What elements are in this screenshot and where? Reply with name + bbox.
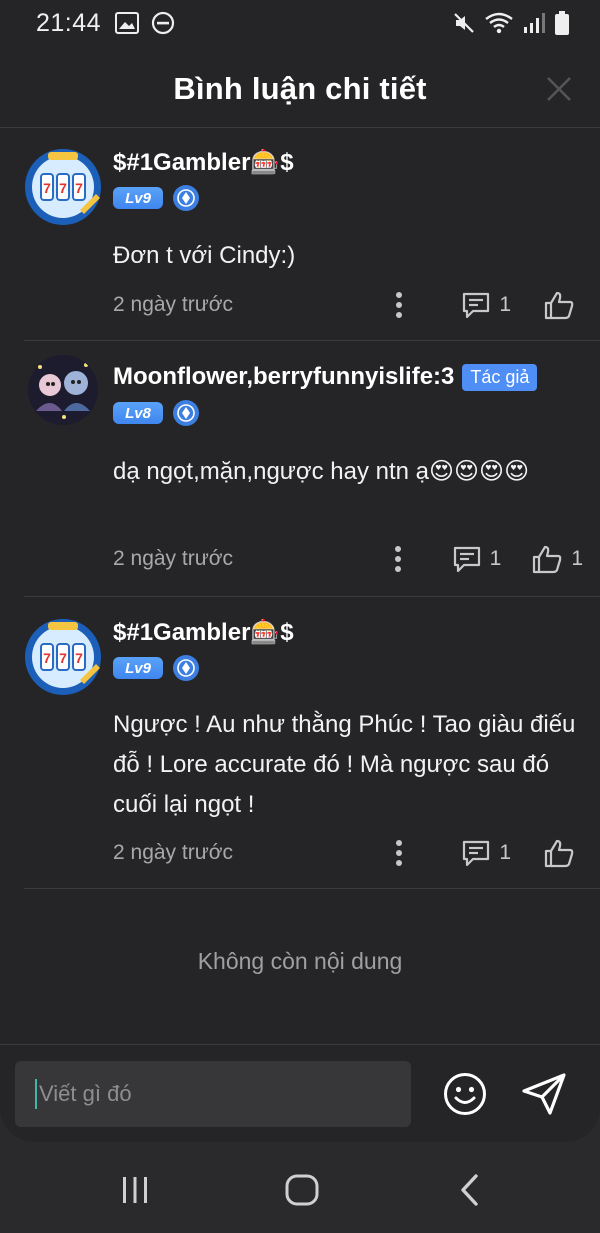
reply-button[interactable]: 1 bbox=[461, 839, 511, 867]
end-of-list-message: Không còn nội dung bbox=[197, 948, 403, 974]
divider bbox=[24, 888, 600, 889]
battery-icon bbox=[555, 11, 569, 35]
more-options-icon[interactable] bbox=[389, 836, 409, 870]
divider bbox=[24, 596, 600, 597]
gem-badge-icon bbox=[173, 655, 199, 681]
recent-apps-icon[interactable] bbox=[115, 1172, 155, 1208]
comment-icon bbox=[463, 840, 490, 867]
slot-machine-avatar-icon: 7 7 7 bbox=[25, 149, 101, 225]
comment-username[interactable]: $#1Gambler🎰$ bbox=[113, 618, 294, 647]
svg-text:7: 7 bbox=[59, 650, 67, 666]
comment-item: 7 7 7 $#1Gambler🎰$ Lv9 Ngược ! Au như th… bbox=[0, 610, 600, 880]
like-button[interactable] bbox=[543, 290, 583, 320]
level-badge: Lv9 bbox=[113, 187, 163, 209]
back-icon[interactable] bbox=[450, 1172, 490, 1208]
emoji-icon[interactable] bbox=[442, 1071, 488, 1117]
text-caret bbox=[35, 1079, 37, 1109]
more-options-icon[interactable] bbox=[388, 542, 408, 576]
username-text: Moonflower,berryfunnyislife:3 bbox=[113, 363, 455, 390]
comment-username[interactable]: Moonflower,berryfunnyislife:3 Tác giả bbox=[113, 363, 538, 391]
svg-text:7: 7 bbox=[75, 650, 83, 666]
status-time: 21:44 bbox=[36, 8, 102, 37]
like-button[interactable]: 1 bbox=[531, 544, 583, 574]
comment-meta: 2 ngày trước 1 1 bbox=[113, 539, 583, 579]
thumbs-up-icon bbox=[544, 291, 574, 320]
send-icon[interactable] bbox=[520, 1071, 568, 1117]
comment-time: 2 ngày trước bbox=[113, 293, 234, 316]
comment-input-box[interactable] bbox=[15, 1061, 411, 1127]
comment-composer bbox=[0, 1044, 600, 1142]
comment-time: 2 ngày trước bbox=[113, 841, 234, 864]
reply-count: 1 bbox=[499, 293, 511, 316]
user-badges: Lv9 bbox=[113, 185, 199, 211]
svg-text:7: 7 bbox=[43, 180, 51, 196]
reply-button[interactable]: 1 bbox=[461, 291, 511, 319]
mute-icon bbox=[454, 13, 474, 33]
reply-count: 1 bbox=[489, 547, 502, 570]
svg-text:7: 7 bbox=[43, 650, 51, 666]
comment-input[interactable] bbox=[39, 1081, 399, 1107]
thumbs-up-icon bbox=[544, 839, 574, 868]
level-badge: Lv9 bbox=[113, 657, 163, 679]
comment-meta: 2 ngày trước 1 bbox=[113, 833, 583, 873]
svg-text:7: 7 bbox=[59, 180, 67, 196]
username-text: $#1Gambler🎰$ bbox=[113, 149, 294, 176]
divider bbox=[24, 340, 600, 341]
comment-item: Moonflower,berryfunnyislife:3 Tác giả Lv… bbox=[0, 355, 600, 585]
status-bar: 21:44 bbox=[0, 0, 600, 46]
page-title: Bình luận chi tiết bbox=[173, 70, 427, 106]
signal-icon bbox=[524, 13, 545, 33]
like-button[interactable] bbox=[543, 838, 583, 868]
svg-text:7: 7 bbox=[75, 180, 83, 196]
more-options-icon[interactable] bbox=[389, 288, 409, 322]
header: Bình luận chi tiết bbox=[0, 50, 600, 128]
system-navigation-bar bbox=[0, 1142, 600, 1233]
gem-badge-icon bbox=[173, 185, 199, 211]
thumbs-up-icon bbox=[533, 545, 562, 574]
comment-icon bbox=[453, 546, 480, 573]
comment-text: dạ ngọt,mặn,ngược hay ntn ạ😍😍😍😍 bbox=[113, 458, 530, 485]
avatar[interactable] bbox=[28, 355, 98, 425]
user-badges: Lv8 bbox=[113, 400, 199, 426]
comment-item: 7 7 7 $#1Gambler🎰$ Lv9 Đơn t với Cindy:)… bbox=[0, 140, 600, 320]
anime-avatar-icon bbox=[28, 355, 98, 425]
level-badge: Lv8 bbox=[113, 402, 163, 424]
username-text: $#1Gambler🎰$ bbox=[113, 619, 294, 646]
reply-button[interactable]: 1 bbox=[452, 545, 502, 573]
user-badges: Lv9 bbox=[113, 655, 199, 681]
phone-frame: 21:44 Bình luận chi tiết 7 7 7 $#1Gamble… bbox=[0, 0, 600, 1233]
wifi-icon bbox=[485, 12, 513, 34]
app-screen: 21:44 Bình luận chi tiết 7 7 7 $#1Gamble… bbox=[0, 0, 600, 1142]
image-icon bbox=[115, 12, 140, 34]
slot-machine-avatar-icon: 7 7 7 bbox=[25, 619, 101, 695]
author-tag: Tác giả bbox=[462, 363, 538, 391]
comment-meta: 2 ngày trước 1 bbox=[113, 285, 583, 325]
comment-time: 2 ngày trước bbox=[113, 547, 234, 570]
do-not-disturb-icon bbox=[151, 11, 175, 35]
comment-text: Đơn t với Cindy:) bbox=[113, 242, 296, 269]
like-count: 1 bbox=[571, 547, 583, 570]
reply-count: 1 bbox=[499, 841, 511, 864]
home-icon[interactable] bbox=[282, 1172, 322, 1208]
gem-badge-icon bbox=[173, 400, 199, 426]
close-icon[interactable] bbox=[542, 72, 576, 106]
comment-icon bbox=[463, 292, 490, 319]
avatar[interactable]: 7 7 7 bbox=[24, 618, 102, 696]
comment-username[interactable]: $#1Gambler🎰$ bbox=[113, 148, 294, 177]
comment-text: Ngược ! Au như thằng Phúc ! Tao giàu điế… bbox=[113, 711, 576, 818]
avatar[interactable]: 7 7 7 bbox=[24, 148, 102, 226]
